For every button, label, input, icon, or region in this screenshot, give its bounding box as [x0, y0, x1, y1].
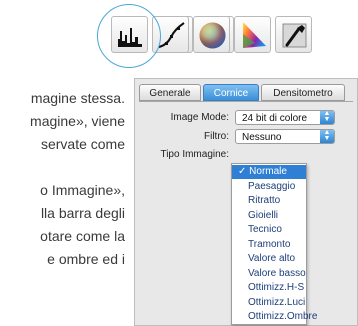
menu-item-tramonto[interactable]: Tramonto — [232, 238, 306, 252]
tab-densitometro[interactable]: Densitometro — [261, 84, 345, 101]
image-mode-value: 24 bit di colore — [242, 113, 308, 124]
filtro-select[interactable]: Nessuno ▲ ▼ — [235, 129, 335, 144]
menu-item-paesaggio[interactable]: Paesaggio — [232, 180, 306, 194]
menu-item-normale[interactable]: ✓ Normale — [232, 165, 306, 179]
chevron-updown-icon: ▲ ▼ — [320, 110, 334, 124]
text-line: magine stessa. — [30, 90, 125, 106]
menu-item-ritratto[interactable]: Ritratto — [232, 194, 306, 208]
toolbar — [0, 0, 358, 88]
color-sphere-tool-button[interactable] — [193, 16, 230, 53]
chevron-updown-icon: ▲ ▼ — [320, 129, 334, 143]
menu-item-gioielli[interactable]: Gioielli — [232, 209, 306, 223]
filtro-label: Filtro: — [204, 131, 229, 142]
menu-item-label: Normale — [249, 166, 287, 177]
menu-item-ottimizz-ombre[interactable]: Ottimizz.Ombre — [232, 310, 317, 324]
menu-item-ottimizz-luci[interactable]: Ottimizz.Luci — [232, 296, 306, 310]
text-line: lla barra degli — [40, 205, 125, 221]
text-line: o Immagine», — [40, 182, 125, 198]
text-line: magine», viene — [30, 113, 125, 129]
text-line: otare come la — [40, 228, 125, 244]
tipo-immagine-label: Tipo Immagine: — [160, 149, 229, 160]
eyedropper-tool-button[interactable] — [275, 16, 312, 53]
checkmark-icon: ✓ — [238, 166, 247, 177]
histogram-highlight-ring — [97, 4, 161, 68]
menu-item-ottimizz-hs[interactable]: Ottimizz.H-S — [232, 281, 306, 295]
settings-dialog: Generale Cornice Densitometro Image Mode… — [134, 78, 358, 326]
text-line: e ombre ed i — [47, 251, 125, 267]
image-mode-label: Image Mode: — [170, 112, 229, 123]
text-line: servate come — [40, 136, 125, 152]
gamut-tool-button[interactable] — [234, 16, 271, 53]
menu-item-tecnico[interactable]: Tecnico — [232, 223, 306, 237]
tab-cornice[interactable]: Cornice — [203, 84, 259, 101]
image-mode-select[interactable]: 24 bit di colore ▲ ▼ — [235, 110, 335, 125]
tipo-immagine-menu: ✓ Normale Paesaggio Ritratto Gioielli Te… — [231, 163, 317, 325]
menu-item-valore-basso[interactable]: Valore basso — [232, 267, 306, 281]
tab-generale[interactable]: Generale — [139, 84, 201, 101]
menu-item-valore-alto[interactable]: Valore alto — [232, 252, 306, 266]
filtro-value: Nessuno — [242, 132, 282, 143]
